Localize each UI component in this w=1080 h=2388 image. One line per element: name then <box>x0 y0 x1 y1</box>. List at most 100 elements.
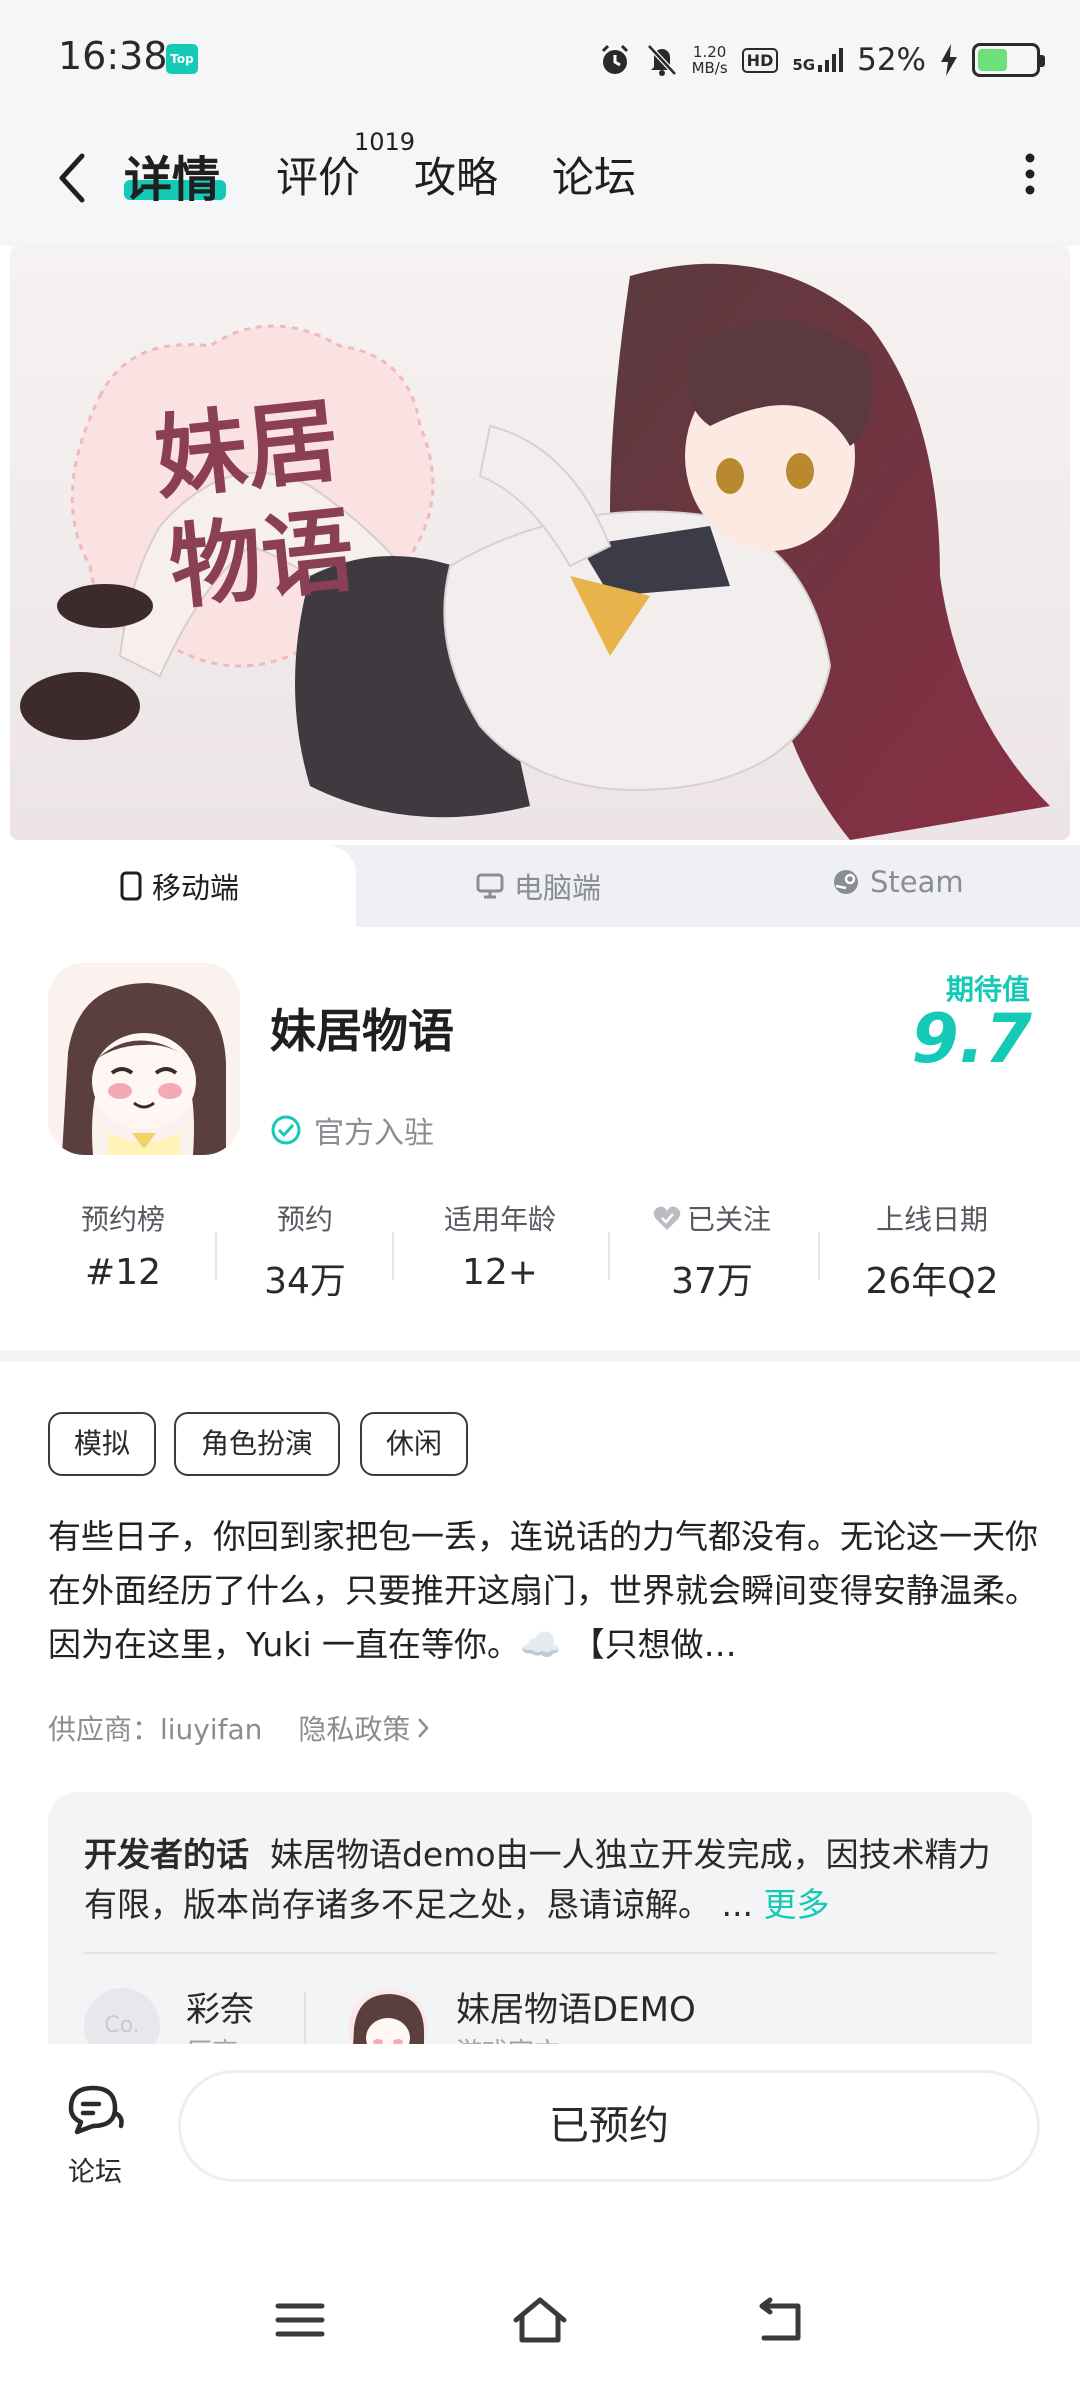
alarm-icon <box>601 44 628 74</box>
official-badge: 官方入驻 <box>270 1108 434 1152</box>
banner-artwork: 妹居 物语 <box>10 246 1070 840</box>
tab-reviews[interactable]: 评价 <box>276 144 360 205</box>
platform-tab-steam-label: Steam <box>870 865 964 899</box>
stat-value: 26年Q2 <box>865 1261 999 1302</box>
chevron-right-icon <box>418 1718 430 1738</box>
developer-note[interactable]: 开发者的话 妹居物语demo由一人独立开发完成，因技术精力有限，版本尚存诸多不足… <box>84 1830 996 1930</box>
steam-icon <box>834 870 858 894</box>
stats-row: 预约榜 #12 预约 34万 适用年龄 12+ 已关注 37万 上线日期 26年… <box>0 1198 1080 1328</box>
developer-role: 厂商 <box>186 2032 238 2044</box>
privacy-policy-label: 隐私政策 <box>298 1713 411 1746</box>
battery-cap <box>1040 55 1045 67</box>
battery-icon <box>972 43 1045 77</box>
net-speed-value: 1.20 <box>692 43 727 61</box>
developer-name[interactable]: 彩奈 <box>186 1982 254 2031</box>
official-label: 官方入驻 <box>314 1116 434 1151</box>
stat-value: #12 <box>85 1252 161 1293</box>
app-icon-artwork <box>48 963 240 1155</box>
top-badge-icon: Top <box>166 44 198 74</box>
forum-button[interactable]: 论坛 <box>50 2082 140 2189</box>
status-icons: 1.20 MB/s HD 5G 52% <box>598 36 1045 84</box>
stat-release-date[interactable]: 上线日期 26年Q2 <box>842 1198 1022 1304</box>
stat-followed-label: 已关注 <box>686 1203 771 1236</box>
menu-icon[interactable] <box>270 2290 330 2350</box>
game-banner-image: 妹居 物语 <box>10 246 1070 840</box>
tab-guides[interactable]: 攻略 <box>414 144 498 205</box>
home-icon[interactable] <box>510 2290 570 2350</box>
developer-card: 开发者的话 妹居物语demo由一人独立开发完成，因技术精力有限，版本尚存诸多不足… <box>48 1792 1032 2044</box>
developer-vertical-divider <box>304 1992 306 2044</box>
signal-icon: 5G <box>792 47 844 74</box>
heart-check-icon <box>653 1206 681 1230</box>
review-count-badge: 1019 <box>354 128 416 156</box>
banner-logo-line1: 妹居 <box>150 387 344 513</box>
developer-avatar[interactable]: Co. <box>84 1988 160 2044</box>
privacy-policy-link[interactable]: 隐私政策 <box>298 1708 430 1748</box>
stat-label: 预约榜 <box>80 1203 165 1236</box>
official-account-avatar[interactable] <box>348 1988 428 2044</box>
charging-icon <box>941 44 957 76</box>
stat-age-rating[interactable]: 适用年龄 12+ <box>420 1198 580 1293</box>
stat-value: 34万 <box>264 1261 346 1302</box>
stat-value: 37万 <box>671 1261 753 1302</box>
developer-divider <box>84 1952 996 1954</box>
stat-divider <box>215 1232 217 1280</box>
stat-label: 上线日期 <box>875 1203 988 1236</box>
verified-check-icon <box>271 1115 301 1145</box>
platform-tab-pc[interactable]: 电脑端 <box>476 865 601 907</box>
official-account-name[interactable]: 妹居物语DEMO <box>456 1982 696 2031</box>
top-nav: 详情 评价 1019 攻略 论坛 <box>0 118 1080 246</box>
stat-reservations[interactable]: 预约 34万 <box>230 1198 380 1304</box>
provider-label: 供应商：liuyifan <box>48 1713 263 1746</box>
tag-simulation[interactable]: 模拟 <box>48 1412 156 1476</box>
banner-logo-line2: 物语 <box>165 497 359 623</box>
stat-label: 预约 <box>276 1203 333 1236</box>
reserved-button[interactable]: 已预约 <box>178 2070 1040 2182</box>
tag-roleplay[interactable]: 角色扮演 <box>174 1412 340 1476</box>
forum-chat-icon <box>68 2085 124 2135</box>
stat-reserve-rank[interactable]: 预约榜 #12 <box>48 1198 198 1293</box>
stat-label: 适用年龄 <box>443 1203 556 1236</box>
stat-divider <box>392 1232 394 1280</box>
section-divider <box>0 1350 1080 1362</box>
net-speed: 1.20 MB/s <box>692 44 728 76</box>
app-icon <box>48 963 240 1155</box>
phone-icon <box>120 871 142 901</box>
game-description[interactable]: 有些日子，你回到家把包一丢，连说话的力气都没有。无论这一天你在外面经历了什么，只… <box>48 1510 1038 1672</box>
stat-followers[interactable]: 已关注 37万 <box>632 1198 792 1304</box>
bottom-action-bar: 论坛 已预约 <box>0 2044 1080 2254</box>
expect-score[interactable]: 9.7 <box>912 1000 1032 1079</box>
status-time: 16:38 <box>58 34 168 78</box>
meta-row: 供应商：liuyifan 隐私政策 <box>48 1708 430 1748</box>
monitor-icon <box>476 873 504 899</box>
official-avatar-artwork <box>353 1994 424 2044</box>
signal-bars-icon <box>818 48 844 72</box>
stat-value: 12+ <box>462 1252 538 1293</box>
stat-divider <box>818 1232 820 1280</box>
system-navigation-bar <box>0 2254 1080 2388</box>
stat-label: 已关注 <box>632 1198 792 1238</box>
platform-tabs: 移动端 电脑端 Steam <box>0 845 1080 927</box>
platform-tab-steam[interactable]: Steam <box>832 865 964 899</box>
stat-divider <box>608 1232 610 1280</box>
platform-tab-pc-label: 电脑端 <box>514 871 602 905</box>
battery-fill <box>978 49 1008 71</box>
tag-casual[interactable]: 休闲 <box>360 1412 468 1476</box>
platform-tab-mobile-label: 移动端 <box>152 871 240 905</box>
net-speed-unit: MB/s <box>691 59 728 77</box>
network-type: 5G <box>792 56 816 74</box>
status-bar: 16:38 Top 1.20 MB/s HD 5G 52% <box>0 0 1080 118</box>
battery-percent: 52% <box>857 42 926 78</box>
platform-tab-mobile[interactable]: 移动端 <box>120 865 239 907</box>
mute-icon <box>646 44 677 76</box>
developer-more-link[interactable]: 更多 <box>763 1885 829 1924</box>
back-icon[interactable] <box>750 2290 810 2350</box>
more-options-icon[interactable] <box>1010 144 1050 204</box>
tab-forum[interactable]: 论坛 <box>552 144 636 205</box>
forum-label: 论坛 <box>68 2157 122 2188</box>
back-arrow-icon[interactable] <box>52 148 92 208</box>
developer-note-title: 开发者的话 <box>84 1835 249 1874</box>
app-name: 妹居物语 <box>270 1004 454 1058</box>
tab-details[interactable]: 详情 <box>124 140 220 210</box>
hd-badge: HD <box>741 47 779 73</box>
